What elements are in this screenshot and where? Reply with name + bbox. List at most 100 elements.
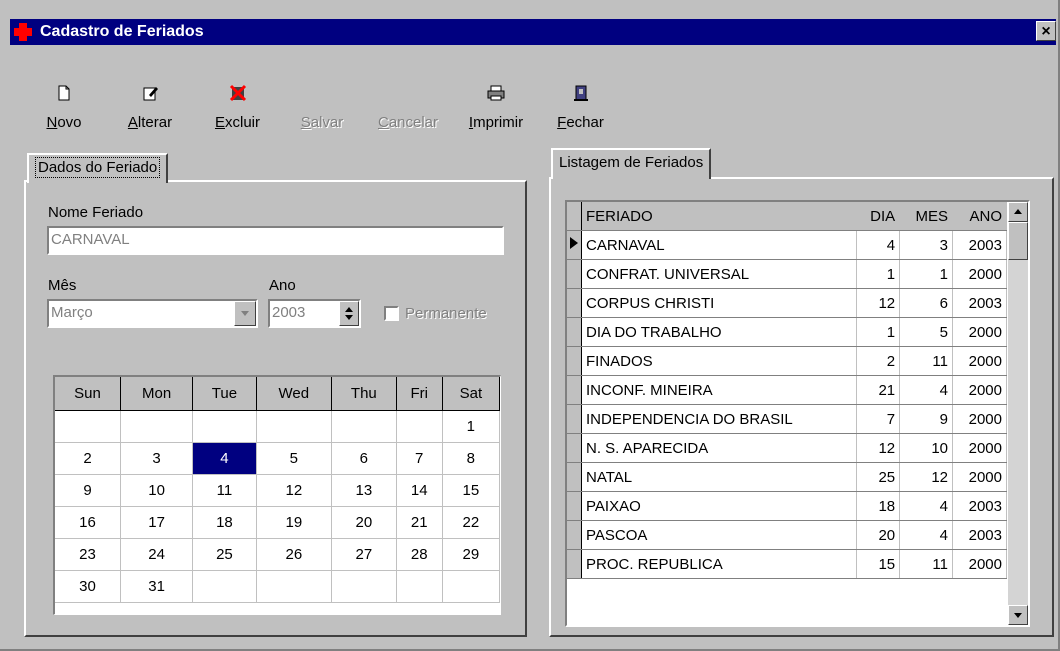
table-row[interactable]: PASCOA 20 4 2003 <box>567 520 1007 550</box>
table-cell[interactable]: 5 <box>899 317 953 347</box>
table-row[interactable]: PROC. REPUBLICA 15 11 2000 <box>567 549 1007 579</box>
table-cell[interactable]: 4 <box>899 491 953 521</box>
table-row[interactable]: DIA DO TRABALHO 1 5 2000 <box>567 317 1007 347</box>
table-cell[interactable]: 12 <box>856 433 901 463</box>
calendar-day-cell[interactable]: 30 <box>55 570 121 603</box>
ano-spin-buttons[interactable] <box>339 301 359 326</box>
table-row[interactable]: CORPUS CHRISTI 12 6 2003 <box>567 288 1007 318</box>
calendar-day-cell[interactable]: 27 <box>331 538 397 571</box>
table-cell[interactable]: 2000 <box>952 317 1007 347</box>
calendar-day-cell[interactable]: 25 <box>192 538 257 571</box>
table-cell[interactable]: 2000 <box>952 259 1007 289</box>
ano-spinner[interactable]: 2003 <box>268 299 361 328</box>
table-cell[interactable]: 4 <box>899 375 953 405</box>
calendar-day-cell[interactable]: 13 <box>331 474 397 507</box>
table-row[interactable]: INCONF. MINEIRA 21 4 2000 <box>567 375 1007 405</box>
table-row[interactable]: INDEPENDENCIA DO BRASIL 7 9 2000 <box>567 404 1007 434</box>
table-cell[interactable]: 25 <box>856 462 901 492</box>
calendar-day-cell[interactable]: 21 <box>396 506 443 539</box>
table-cell[interactable]: INCONF. MINEIRA <box>581 375 857 405</box>
alterar-button[interactable]: Alterar <box>125 84 175 144</box>
table-cell[interactable]: 2003 <box>952 520 1007 550</box>
mes-select[interactable]: Março <box>47 299 258 328</box>
calendar-day-cell[interactable]: 26 <box>256 538 332 571</box>
table-cell[interactable]: 9 <box>899 404 953 434</box>
table-row[interactable]: FINADOS 2 11 2000 <box>567 346 1007 376</box>
calendar-day-cell[interactable]: 23 <box>55 538 121 571</box>
table-cell[interactable]: 2003 <box>952 288 1007 318</box>
grid-column-header[interactable]: DIA <box>856 202 901 231</box>
table-cell[interactable]: 11 <box>899 549 953 579</box>
table-row[interactable]: CONFRAT. UNIVERSAL 1 1 2000 <box>567 259 1007 289</box>
vertical-scrollbar[interactable] <box>1008 202 1028 625</box>
close-window-button[interactable]: × <box>1036 21 1056 41</box>
table-cell[interactable]: 2000 <box>952 375 1007 405</box>
table-cell[interactable]: 15 <box>856 549 901 579</box>
table-cell[interactable]: 2000 <box>952 346 1007 376</box>
table-cell[interactable]: CORPUS CHRISTI <box>581 288 857 318</box>
table-cell[interactable]: 20 <box>856 520 901 550</box>
table-cell[interactable]: 2000 <box>952 433 1007 463</box>
tab-listagem-feriados[interactable]: Listagem de Feriados <box>551 148 712 179</box>
salvar-button[interactable]: Salvar <box>297 84 347 144</box>
fechar-button[interactable]: Fechar <box>553 84 608 144</box>
table-cell[interactable]: 1 <box>856 259 901 289</box>
calendar-day-cell[interactable]: 17 <box>120 506 194 539</box>
table-cell[interactable]: 2000 <box>952 404 1007 434</box>
table-cell[interactable]: NATAL <box>581 462 857 492</box>
table-cell[interactable]: 4 <box>899 520 953 550</box>
table-cell[interactable]: 10 <box>899 433 953 463</box>
table-cell[interactable]: 12 <box>856 288 901 318</box>
table-row[interactable]: N. S. APARECIDA 12 10 2000 <box>567 433 1007 463</box>
calendar-day-cell[interactable]: 15 <box>442 474 501 507</box>
calendar-day-cell[interactable]: 2 <box>55 442 121 475</box>
scroll-up-button[interactable] <box>1008 202 1028 222</box>
table-cell[interactable]: INDEPENDENCIA DO BRASIL <box>581 404 857 434</box>
table-cell[interactable]: FINADOS <box>581 346 857 376</box>
table-cell[interactable]: 4 <box>856 230 901 260</box>
calendar-day-cell[interactable]: 24 <box>120 538 194 571</box>
table-cell[interactable]: PAIXAO <box>581 491 857 521</box>
table-row[interactable]: CARNAVAL 4 3 2003 <box>567 230 1007 260</box>
table-cell[interactable]: 11 <box>899 346 953 376</box>
imprimir-button[interactable]: Imprimir <box>462 84 530 144</box>
calendar-day-cell[interactable]: 14 <box>396 474 443 507</box>
grid-column-header[interactable]: MES <box>899 202 953 231</box>
mes-dropdown-button[interactable] <box>234 301 256 326</box>
title-bar[interactable]: Cadastro de Feriados × <box>10 19 1056 45</box>
table-row[interactable]: PAIXAO 18 4 2003 <box>567 491 1007 521</box>
calendar-day-cell[interactable]: 11 <box>192 474 257 507</box>
scroll-down-button[interactable] <box>1008 605 1028 625</box>
table-cell[interactable]: 2003 <box>952 491 1007 521</box>
calendar-day-cell[interactable]: 9 <box>55 474 121 507</box>
table-cell[interactable]: DIA DO TRABALHO <box>581 317 857 347</box>
tab-dados-feriado[interactable]: Dados do Feriado <box>27 153 169 183</box>
calendar-day-cell[interactable]: 5 <box>256 442 332 475</box>
table-cell[interactable]: N. S. APARECIDA <box>581 433 857 463</box>
nome-feriado-field[interactable]: CARNAVAL <box>47 226 504 255</box>
table-cell[interactable]: 18 <box>856 491 901 521</box>
novo-button[interactable]: Novo <box>44 84 84 144</box>
table-cell[interactable]: 6 <box>899 288 953 318</box>
calendar-day-cell[interactable]: 10 <box>120 474 194 507</box>
calendar-day-cell[interactable]: 28 <box>396 538 443 571</box>
scroll-thumb[interactable] <box>1008 222 1028 260</box>
table-cell[interactable]: PASCOA <box>581 520 857 550</box>
table-cell[interactable]: CARNAVAL <box>581 230 857 260</box>
calendar-day-cell[interactable]: 3 <box>120 442 194 475</box>
calendar-day-cell[interactable]: 31 <box>120 570 194 603</box>
calendar-day-cell[interactable]: 1 <box>442 410 501 443</box>
grid-column-header[interactable]: FERIADO <box>581 202 857 231</box>
table-row[interactable]: NATAL 25 12 2000 <box>567 462 1007 492</box>
calendar-day-cell[interactable]: 19 <box>256 506 332 539</box>
calendar-day-cell[interactable]: 20 <box>331 506 397 539</box>
calendar-day-cell[interactable]: 7 <box>396 442 443 475</box>
calendar-day-cell[interactable]: 18 <box>192 506 257 539</box>
table-cell[interactable]: 2 <box>856 346 901 376</box>
calendar-day-cell[interactable]: 12 <box>256 474 332 507</box>
calendar-day-cell[interactable]: 6 <box>331 442 397 475</box>
calendar-day-cell[interactable]: 4 <box>192 442 257 475</box>
table-cell[interactable]: 2000 <box>952 549 1007 579</box>
table-cell[interactable]: 2003 <box>952 230 1007 260</box>
table-cell[interactable]: 2000 <box>952 462 1007 492</box>
